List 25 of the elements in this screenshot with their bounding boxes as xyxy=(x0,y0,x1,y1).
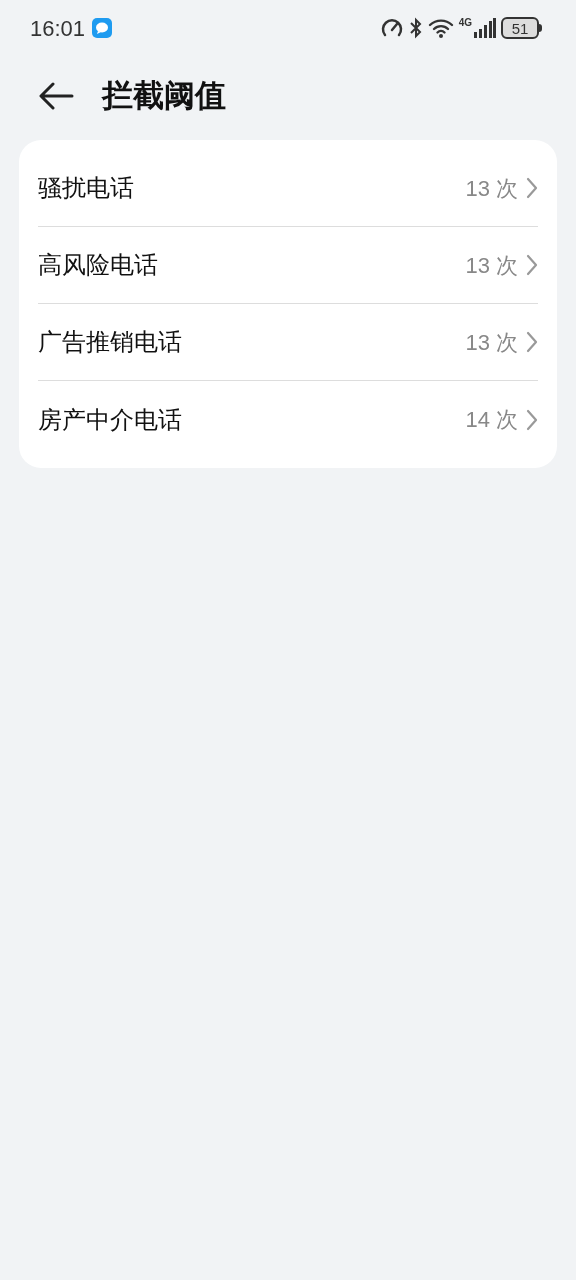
chevron-icon xyxy=(526,254,538,276)
chevron-icon xyxy=(526,408,538,431)
item-label: 广告推销电话 xyxy=(38,327,182,357)
item-label: 骚扰电话 xyxy=(38,173,134,203)
chevron-icon xyxy=(526,331,538,353)
list-item[interactable]: 房产中介电话 14 次 xyxy=(38,381,538,458)
page-title: 拦截阈值 xyxy=(102,76,226,115)
item-value: 13 次 xyxy=(465,328,518,357)
bluetooth-icon xyxy=(408,17,423,39)
list-item[interactable]: 骚扰电话 13 次 xyxy=(38,150,538,227)
list-item[interactable]: 高风险电话 13 次 xyxy=(38,227,538,304)
item-label: 高风险电话 xyxy=(38,250,158,280)
wifi-icon xyxy=(427,17,454,39)
list-item[interactable]: 广告推销电话 13 次 xyxy=(38,304,538,381)
chevron-icon xyxy=(526,177,538,199)
battery-icon: 51 xyxy=(501,17,542,39)
message-icon xyxy=(91,17,114,39)
signal-icon xyxy=(474,18,496,38)
item-label: 房产中介电话 xyxy=(38,404,182,435)
back-icon[interactable] xyxy=(38,82,74,110)
item-value: 14 次 xyxy=(465,406,518,434)
network-type: 4G xyxy=(458,18,472,28)
item-value: 13 次 xyxy=(465,251,518,280)
status-time: 16:01 xyxy=(30,14,86,43)
item-value: 13 次 xyxy=(465,174,518,203)
